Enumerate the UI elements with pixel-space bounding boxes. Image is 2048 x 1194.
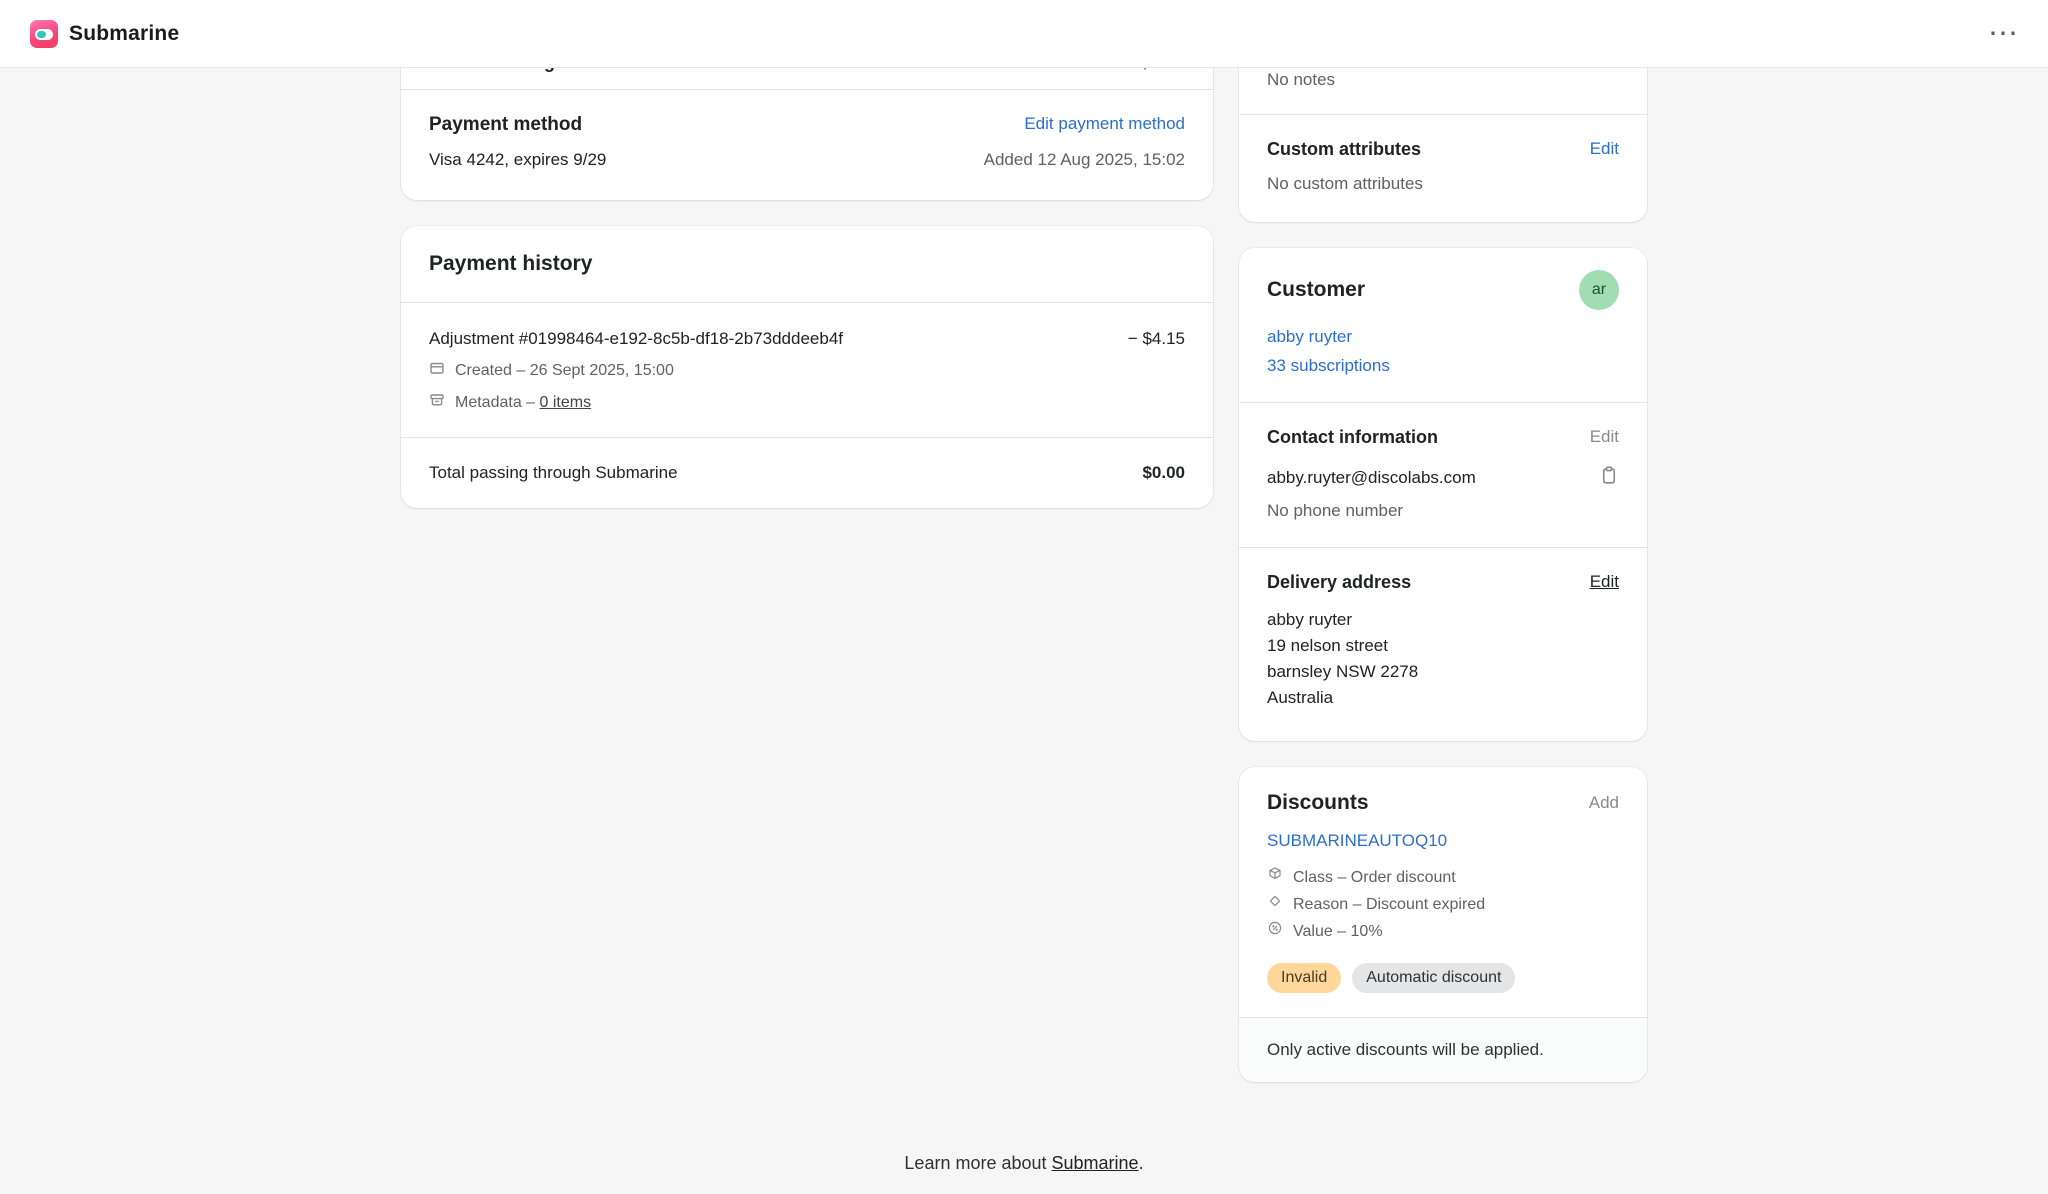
payment-method-added: Added 12 Aug 2025, 15:02 — [984, 150, 1185, 170]
adjustment-amount: − $4.15 — [1128, 329, 1185, 349]
discounts-footer-note: Only active discounts will be applied. — [1239, 1017, 1647, 1082]
submarine-logo-icon — [30, 20, 58, 48]
discount-code-link[interactable]: SUBMARINEAUTOQ10 — [1267, 831, 1447, 850]
delivery-address: abby ruyter 19 nelson street barnsley NS… — [1267, 607, 1619, 711]
contact-information-title: Contact information — [1267, 427, 1438, 448]
payment-method-description: Visa 4242, expires 9/29 — [429, 150, 606, 170]
footer-text-suffix: . — [1139, 1153, 1144, 1173]
metadata-items-link[interactable]: 0 items — [540, 394, 592, 411]
discount-reason-row: Reason – Discount expired — [1267, 891, 1619, 918]
metadata-prefix: Metadata – — [455, 394, 540, 411]
edit-delivery-address-link[interactable]: Edit — [1590, 572, 1619, 592]
customer-subscriptions-link[interactable]: 33 subscriptions — [1267, 356, 1619, 376]
notes-card: No notes Custom attributes Edit No custo… — [1239, 42, 1647, 222]
discount-reason-text: Reason – Discount expired — [1293, 891, 1485, 918]
discount-class-text: Class – Order discount — [1293, 864, 1456, 891]
discount-body: SUBMARINEAUTOQ10 Class – Order discount — [1239, 831, 1647, 1017]
clipboard-icon — [1599, 465, 1619, 490]
diamond-icon — [1267, 891, 1283, 918]
invalid-badge: Invalid — [1267, 963, 1341, 993]
discounts-card: Discounts Add SUBMARINEAUTOQ10 Class – O… — [1239, 767, 1647, 1082]
copy-email-button[interactable] — [1599, 465, 1619, 490]
customer-header: Customer ar — [1239, 248, 1647, 318]
custom-attributes-section: Custom attributes Edit No custom attribu… — [1239, 115, 1647, 222]
discount-circle-icon — [1267, 918, 1283, 945]
custom-attributes-empty: No custom attributes — [1267, 174, 1619, 194]
discount-value-row: Value – 10% — [1267, 918, 1619, 945]
page-footer: Learn more about Submarine. — [0, 1153, 2048, 1174]
total-row: Total passing through Submarine $0.00 — [401, 438, 1213, 508]
customer-links: abby ruyter 33 subscriptions — [1239, 327, 1647, 402]
address-line: 19 nelson street — [1267, 633, 1619, 659]
top-bar: Submarine ⋯ — [0, 0, 2048, 68]
adjustment-created-line: Created – 26 Sept 2025, 15:00 — [429, 360, 1185, 381]
payment-history-header: Payment history — [401, 226, 1213, 302]
footer-submarine-link[interactable]: Submarine — [1052, 1153, 1139, 1173]
payment-history-card: Payment history Adjustment #01998464-e19… — [401, 226, 1213, 508]
page-content: Balance owing $0.00 Payment method Edit … — [0, 68, 2048, 1108]
adjustment-label: Adjustment #01998464-e192-8c5b-df18-2b73… — [429, 329, 843, 349]
delivery-address-title: Delivery address — [1267, 572, 1411, 593]
adjustment-created-text: Created – 26 Sept 2025, 15:00 — [455, 362, 674, 380]
address-line: barnsley NSW 2278 — [1267, 659, 1619, 685]
discounts-title: Discounts — [1267, 791, 1369, 815]
adjustment-row: Adjustment #01998464-e192-8c5b-df18-2b73… — [401, 303, 1213, 437]
edit-custom-attributes-link[interactable]: Edit — [1590, 139, 1619, 159]
total-value: $0.00 — [1142, 463, 1185, 483]
discount-badges: Invalid Automatic discount — [1267, 963, 1619, 993]
customer-card: Customer ar abby ruyter 33 subscriptions… — [1239, 248, 1647, 741]
adjustment-metadata-text: Metadata – 0 items — [455, 394, 591, 412]
side-column: No notes Custom attributes Edit No custo… — [1239, 42, 1647, 1108]
custom-attributes-title: Custom attributes — [1267, 139, 1421, 160]
discount-value-text: Value – 10% — [1293, 918, 1383, 945]
payment-history-title: Payment history — [429, 252, 592, 275]
email-row: abby.ruyter@discolabs.com — [1267, 465, 1619, 490]
archive-box-icon — [429, 392, 445, 413]
payment-method-title: Payment method — [429, 114, 582, 136]
app-brand: Submarine — [30, 20, 179, 48]
main-column: Balance owing $0.00 Payment method Edit … — [401, 34, 1213, 1108]
footer-text-prefix: Learn more about — [904, 1153, 1051, 1173]
edit-contact-link[interactable]: Edit — [1590, 427, 1619, 447]
address-line: Australia — [1267, 685, 1619, 711]
automatic-discount-badge: Automatic discount — [1352, 963, 1515, 993]
contact-information-section: Contact information Edit abby.ruyter@dis… — [1239, 403, 1647, 547]
delivery-address-section: Delivery address Edit abby ruyter 19 nel… — [1239, 548, 1647, 741]
discount-class-row: Class – Order discount — [1267, 864, 1619, 891]
add-discount-link[interactable]: Add — [1589, 793, 1619, 813]
app-title: Submarine — [69, 22, 179, 46]
total-label: Total passing through Submarine — [429, 463, 678, 483]
customer-name-link[interactable]: abby ruyter — [1267, 327, 1619, 347]
customer-title: Customer — [1267, 278, 1365, 302]
payment-method-section: Payment method Edit payment method Visa … — [401, 90, 1213, 200]
adjustment-metadata-line: Metadata – 0 items — [429, 392, 1185, 413]
discounts-header: Discounts Add — [1239, 767, 1647, 831]
customer-phone: No phone number — [1267, 501, 1619, 521]
package-icon — [1267, 864, 1283, 891]
discount-details: Class – Order discount Reason – Discount… — [1267, 864, 1619, 945]
edit-payment-method-link[interactable]: Edit payment method — [1024, 114, 1185, 134]
customer-avatar: ar — [1579, 270, 1619, 310]
customer-email: abby.ruyter@discolabs.com — [1267, 468, 1476, 488]
address-line: abby ruyter — [1267, 607, 1619, 633]
receipt-icon — [429, 360, 445, 381]
overflow-menu-icon[interactable]: ⋯ — [1988, 19, 2018, 49]
